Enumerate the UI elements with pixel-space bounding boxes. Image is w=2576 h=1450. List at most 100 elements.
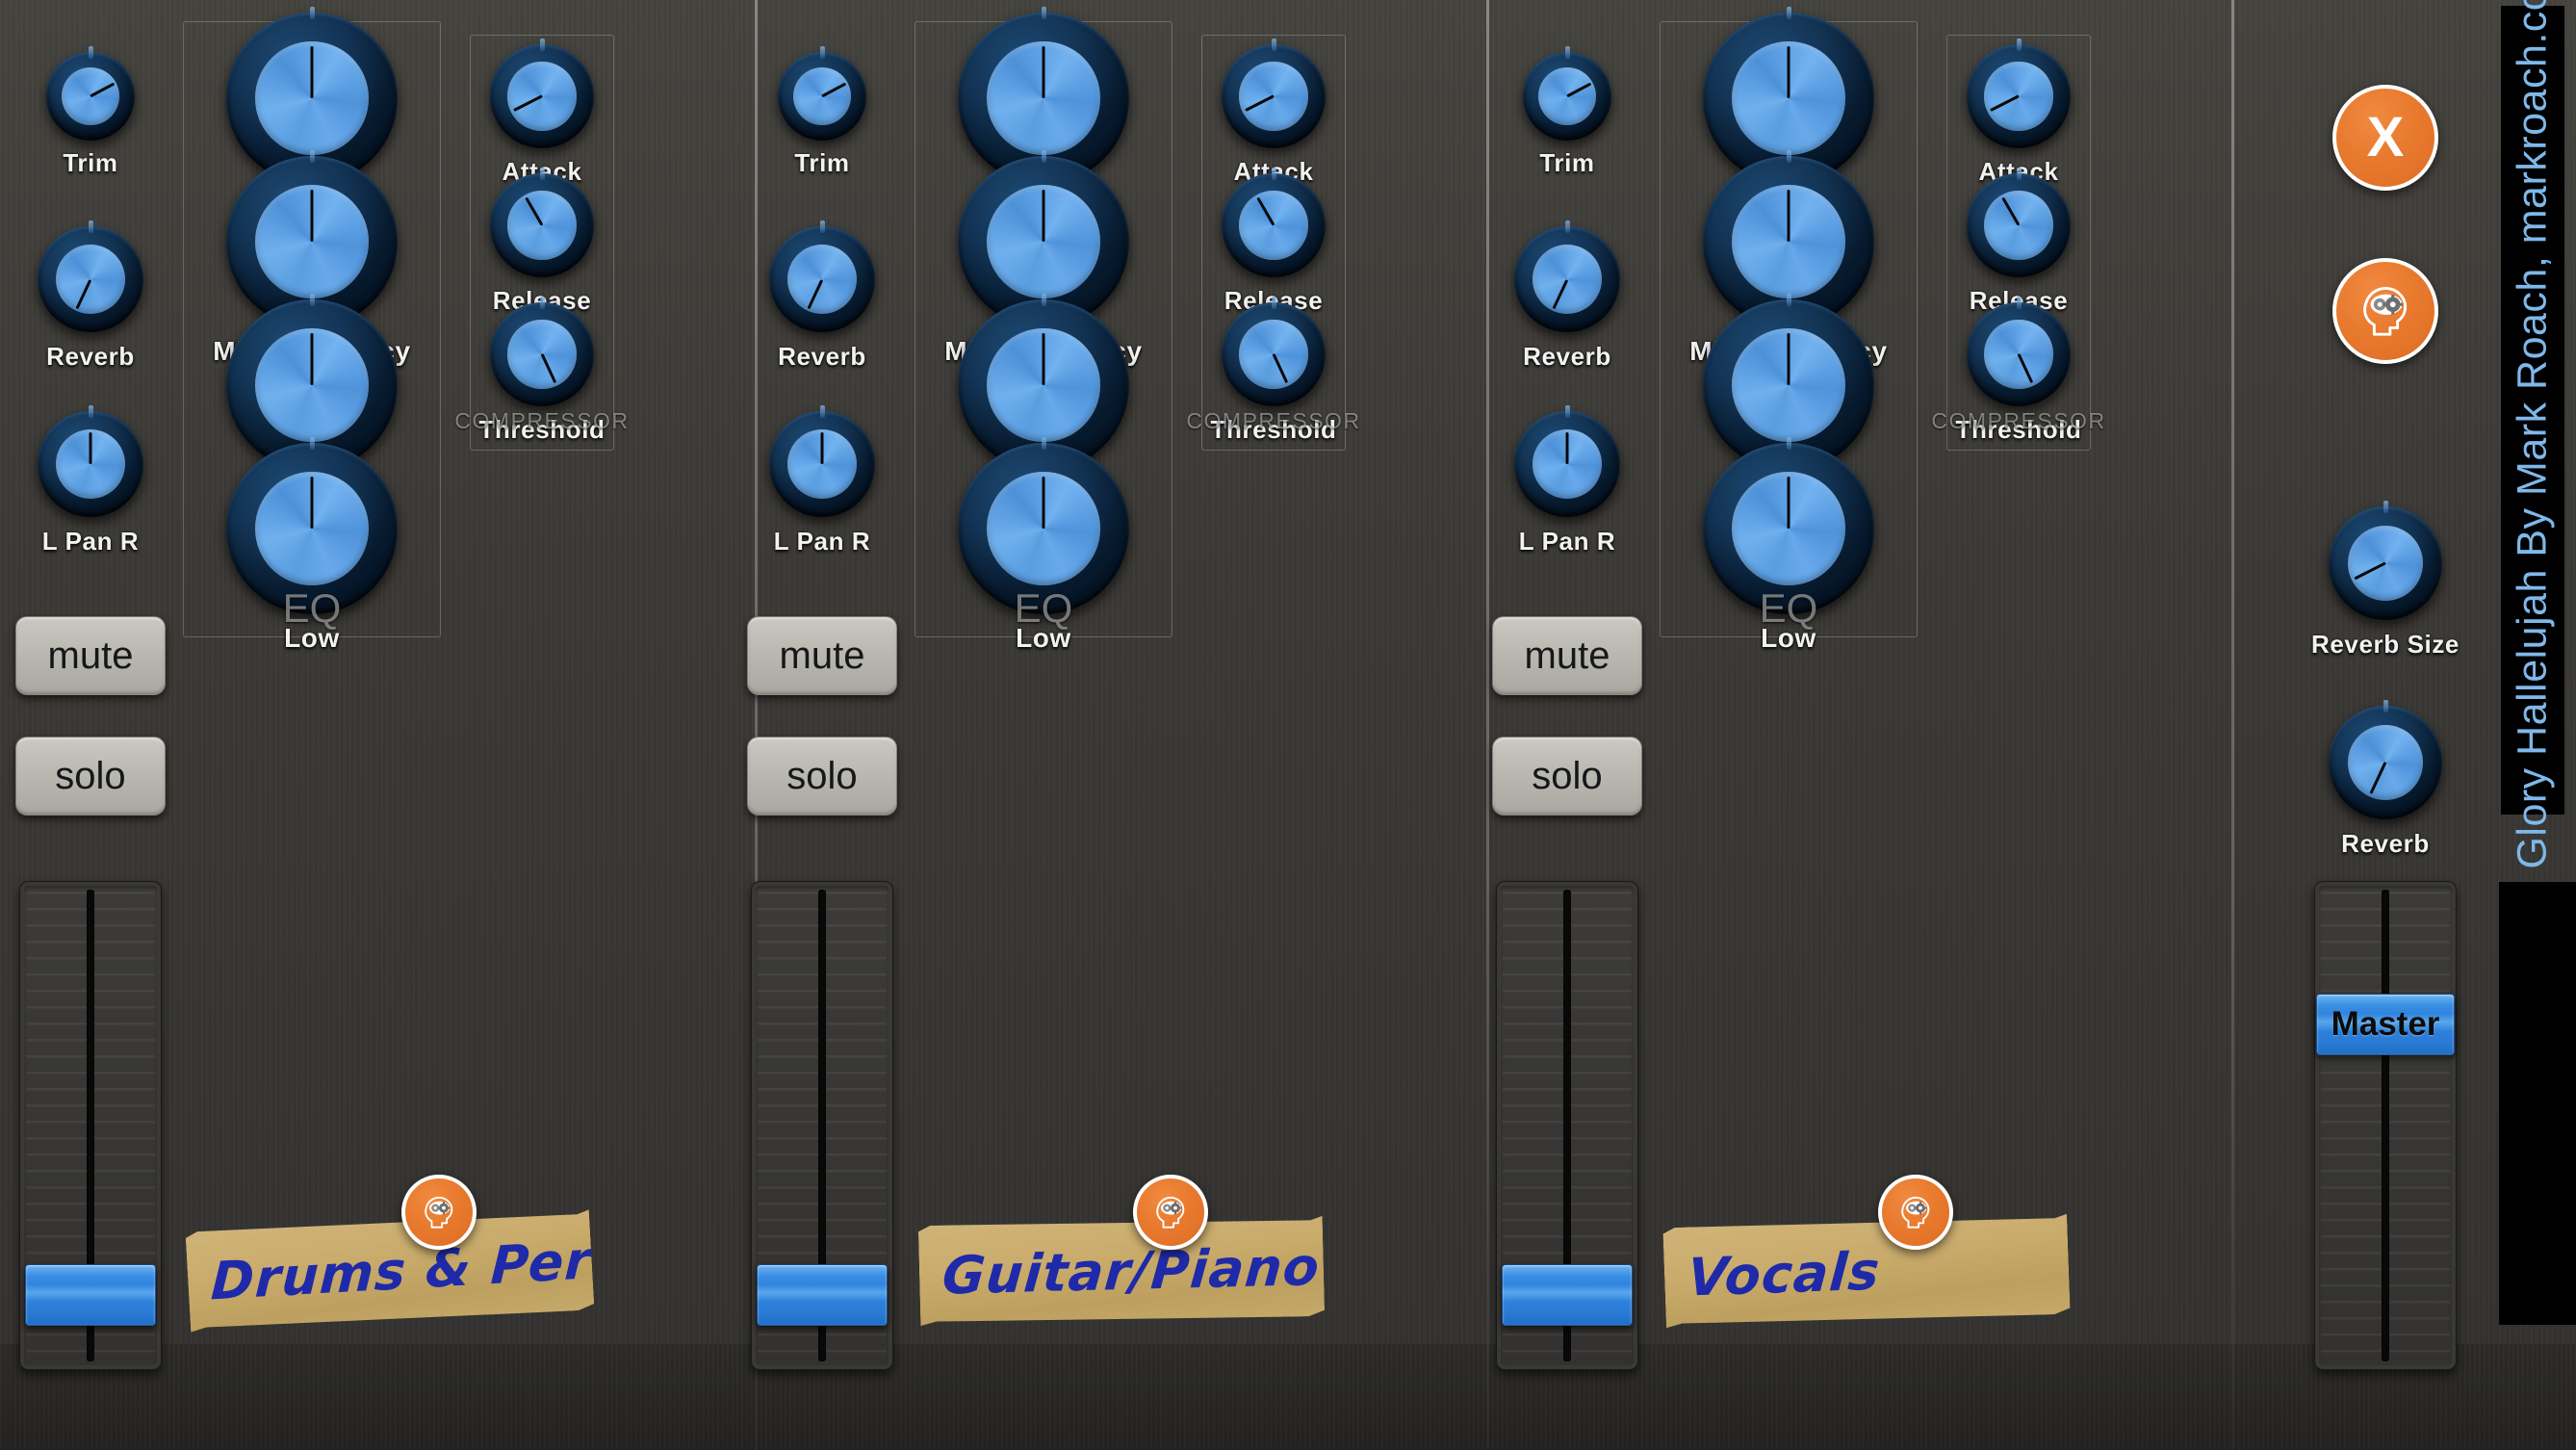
ch1-comp-threshold-knob-face xyxy=(1239,320,1307,388)
ch2-comp-release-knob-face xyxy=(1984,191,2052,259)
ch2-trim-knob-label: Trim xyxy=(1539,148,1594,178)
ch2-trim-knob-pointer xyxy=(1566,83,1591,98)
ch1-mute-button[interactable]: mute xyxy=(747,616,897,695)
ch1-eq-midfreq-knob-pointer xyxy=(1043,190,1045,242)
ch1-brain-settings-button[interactable] xyxy=(1133,1175,1208,1250)
ch0-pan-knob[interactable] xyxy=(38,411,143,517)
ch0-eq-high-knob-pointer xyxy=(311,46,314,98)
ch0-comp-attack-knob[interactable] xyxy=(490,44,594,148)
ch0-track-label-tape[interactable]: Drums & Percussion xyxy=(185,1209,594,1332)
master-reverb-size-knob[interactable] xyxy=(2329,506,2442,620)
ch1-pan-knob-notch xyxy=(820,405,825,418)
ch2-trim-knob[interactable] xyxy=(1523,52,1611,141)
ch0-reverb-knob[interactable] xyxy=(38,226,143,332)
master-reverb-knob-wrap: Reverb xyxy=(2329,706,2442,819)
ch2-comp-release-knob-pointer xyxy=(2001,197,2020,226)
channel-divider-3 xyxy=(2231,0,2234,1450)
ch1-track-name: Guitar/Piano xyxy=(917,1235,1323,1306)
ch1-track-label-tape[interactable]: Guitar/Piano xyxy=(918,1216,1325,1326)
ch0-comp-threshold-knob[interactable] xyxy=(490,302,594,406)
master-reverb-size-knob-wrap: Reverb Size xyxy=(2329,506,2442,620)
ch2-comp-threshold-knob-notch xyxy=(2017,297,2022,309)
ch0-eq-midgain-knob-notch xyxy=(310,294,315,306)
ch2-reverb-knob-pointer xyxy=(1553,278,1569,309)
ch0-pan-knob-notch xyxy=(89,405,93,418)
ch1-eq-midgain-knob-notch xyxy=(1042,294,1046,306)
ch0-comp-threshold-knob-notch xyxy=(540,297,545,309)
ch1-solo-button[interactable]: solo xyxy=(747,737,897,816)
ch2-reverb-knob-wrap: Reverb xyxy=(1514,226,1620,332)
ch1-compressor-title: COMPRESSOR xyxy=(1186,408,1360,434)
ch2-eq-high-knob-notch xyxy=(1787,7,1791,19)
ch2-comp-threshold-knob[interactable] xyxy=(1967,302,2071,406)
ch0-brain-settings-button[interactable] xyxy=(401,1175,477,1250)
ch1-eq-title: EQ xyxy=(1015,585,1073,632)
ch0-track-name: Drums & Percussion xyxy=(187,1217,819,1313)
ch2-fader-handle[interactable] xyxy=(1502,1264,1633,1326)
master-fader[interactable] xyxy=(2314,881,2457,1370)
head-brain-gear-icon xyxy=(2356,281,2415,341)
ch1-trim-knob-label: Trim xyxy=(794,148,849,178)
ch0-eq-low-knob-notch xyxy=(310,437,315,450)
ch0-solo-button[interactable]: solo xyxy=(15,737,166,816)
ch0-mute-button[interactable]: mute xyxy=(15,616,166,695)
ch1-eq-midfreq-knob-face xyxy=(987,185,1099,298)
ch1-comp-threshold-knob-pointer xyxy=(1273,353,1289,383)
bottom-band xyxy=(0,1344,2576,1450)
ch1-comp-release-knob[interactable] xyxy=(1222,173,1326,277)
ch0-comp-release-knob[interactable] xyxy=(490,173,594,277)
ch1-comp-release-knob-face xyxy=(1239,191,1307,259)
ch2-reverb-knob[interactable] xyxy=(1514,226,1620,332)
ch2-comp-attack-knob[interactable] xyxy=(1967,44,2071,148)
ch2-brain-settings-button[interactable] xyxy=(1878,1175,1953,1250)
master-brain-settings-button[interactable] xyxy=(2332,258,2438,364)
ch2-reverb-knob-label: Reverb xyxy=(1523,342,1611,372)
ch1-comp-threshold-knob-wrap: Threshold xyxy=(1222,302,1326,406)
ch1-reverb-knob-label: Reverb xyxy=(778,342,866,372)
ch0-pan-knob-label: L Pan R xyxy=(42,527,140,557)
close-x-icon: X xyxy=(2367,110,2405,166)
ch2-eq-midgain-knob-notch xyxy=(1787,294,1791,306)
ch0-comp-release-knob-face xyxy=(507,191,576,259)
ch0-eq-low-knob-pointer xyxy=(311,477,314,529)
ch0-comp-attack-knob-pointer xyxy=(513,95,543,113)
ch1-trim-knob-pointer xyxy=(821,83,846,98)
close-button[interactable]: X xyxy=(2332,85,2438,191)
ch2-eq-high-knob-pointer xyxy=(1788,46,1790,98)
ch1-comp-release-knob-pointer xyxy=(1256,197,1275,226)
ch0-fader-handle[interactable] xyxy=(25,1264,156,1326)
ch0-compressor-title: COMPRESSOR xyxy=(454,408,629,434)
ch0-eq-midfreq-knob-face xyxy=(255,185,368,298)
master-fader-label: Master xyxy=(2331,1005,2440,1044)
master-reverb-knob[interactable] xyxy=(2329,706,2442,819)
ch2-mute-button[interactable]: mute xyxy=(1492,616,1642,695)
ch0-comp-release-knob-wrap: Release xyxy=(490,173,594,277)
ch0-reverb-knob-notch xyxy=(89,220,93,233)
ch1-pan-knob-label: L Pan R xyxy=(774,527,871,557)
ch1-pan-knob-face xyxy=(787,429,858,500)
master-reverb-knob-face xyxy=(2348,725,2423,800)
ch2-comp-attack-knob-face xyxy=(1984,62,2052,130)
ch2-solo-button[interactable]: solo xyxy=(1492,737,1642,816)
ch2-trim-knob-notch xyxy=(1565,46,1570,59)
ch1-comp-threshold-knob[interactable] xyxy=(1222,302,1326,406)
ch2-comp-threshold-knob-face xyxy=(1984,320,2052,388)
ch1-comp-attack-knob[interactable] xyxy=(1222,44,1326,148)
ch2-track-label-tape[interactable]: Vocals xyxy=(1662,1214,2070,1329)
ch2-eq-midfreq-knob-notch xyxy=(1787,150,1791,163)
ch0-eq-high-knob-face xyxy=(255,41,368,154)
ch2-pan-knob-pointer xyxy=(1566,432,1569,464)
ch2-eq-low-knob-notch xyxy=(1787,437,1791,450)
ch2-pan-knob-notch xyxy=(1565,405,1570,418)
channel-divider-2 xyxy=(1486,0,1489,1450)
ch1-trim-knob[interactable] xyxy=(778,52,866,141)
ch1-reverb-knob[interactable] xyxy=(769,226,875,332)
ch2-pan-knob[interactable] xyxy=(1514,411,1620,517)
ch1-fader-handle[interactable] xyxy=(757,1264,888,1326)
ch2-comp-release-knob[interactable] xyxy=(1967,173,2071,277)
master-fader-handle[interactable]: Master xyxy=(2316,994,2455,1055)
ch2-comp-release-knob-wrap: Release xyxy=(1967,173,2071,277)
ch1-pan-knob[interactable] xyxy=(769,411,875,517)
ch0-trim-knob[interactable] xyxy=(46,52,135,141)
ch1-pan-knob-wrap: L Pan R xyxy=(769,411,875,517)
